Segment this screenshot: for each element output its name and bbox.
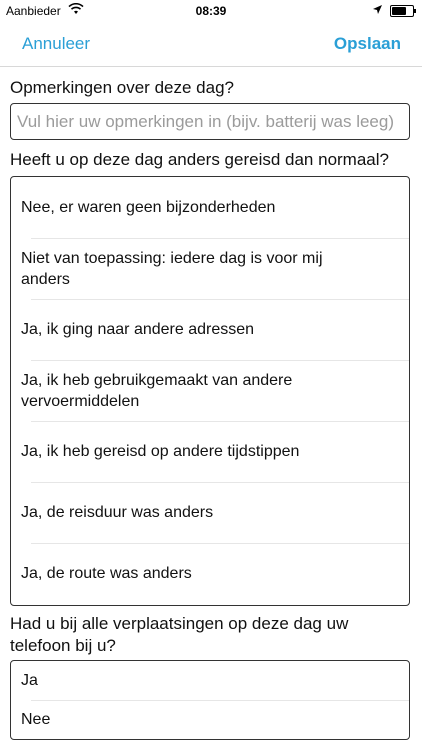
location-arrow-icon: [372, 4, 383, 18]
comments-input[interactable]: [11, 104, 409, 139]
travel-option-other-addresses[interactable]: Ja, ik ging naar andere adressen: [11, 299, 409, 360]
phone-question-label: Had u bij alle verplaatsingen op deze da…: [10, 614, 349, 655]
travel-options-list: Nee, er waren geen bijzonderheden Niet v…: [10, 176, 410, 606]
travel-option-other-route[interactable]: Ja, de route was anders: [11, 543, 409, 604]
travel-question-label: Heeft u op deze dag anders gereisd dan n…: [10, 150, 389, 169]
phone-options-list: Ja Nee: [10, 660, 410, 740]
phone-option-no[interactable]: Nee: [11, 700, 409, 739]
travel-option-other-duration[interactable]: Ja, de reisduur was anders: [11, 482, 409, 543]
battery-icon: [390, 5, 416, 17]
travel-option-other-times[interactable]: Ja, ik heb gereisd op andere tijdstippen: [11, 421, 409, 482]
save-button[interactable]: Opslaan: [334, 34, 401, 54]
comments-label: Opmerkingen over deze dag?: [10, 78, 234, 97]
phone-option-yes[interactable]: Ja: [11, 661, 409, 700]
status-bar: Aanbieder 08:39: [0, 0, 422, 22]
comments-field[interactable]: [10, 103, 410, 140]
travel-option-other-transport[interactable]: Ja, ik heb gebruikgemaakt van andere ver…: [11, 360, 409, 421]
navigation-bar: Annuleer Opslaan: [0, 22, 422, 67]
travel-option-no-particulars[interactable]: Nee, er waren geen bijzonderheden: [11, 177, 409, 238]
travel-option-not-applicable[interactable]: Niet van toepassing: iedere dag is voor …: [11, 238, 409, 299]
cancel-button[interactable]: Annuleer: [22, 34, 90, 54]
status-time: 08:39: [195, 4, 227, 18]
